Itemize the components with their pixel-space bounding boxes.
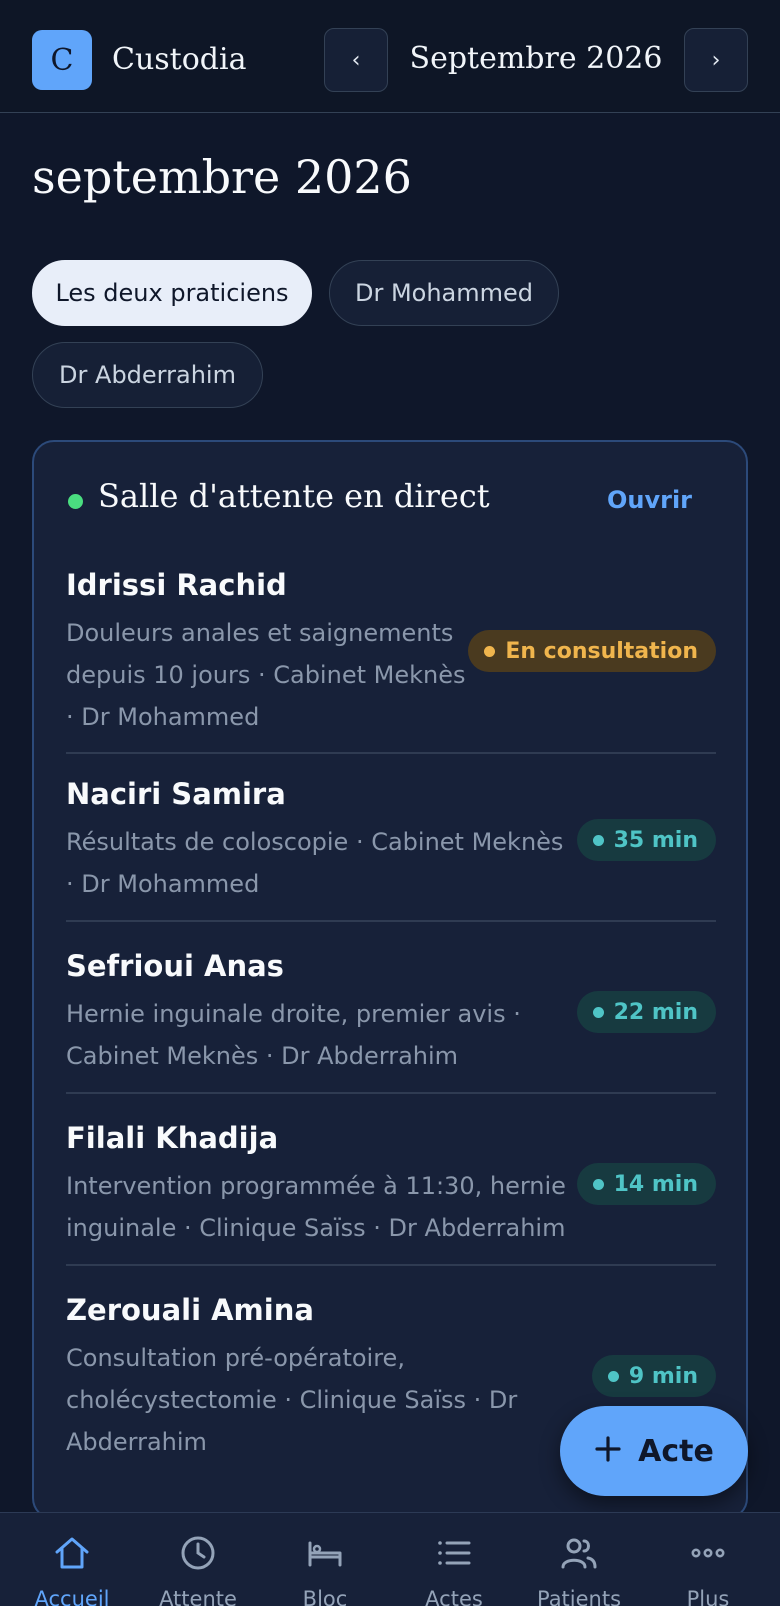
wait-time-label: 35 min (613, 827, 698, 853)
open-waiting-room-link[interactable]: Ouvrir (607, 486, 692, 514)
users-icon (561, 1538, 597, 1569)
tab-label: Actes (425, 1587, 483, 1606)
wait-time-label: 9 min (628, 1363, 698, 1389)
description-line: Hernie inguinale droite, premier avis · (66, 1000, 521, 1028)
filter-dr-abderrahim[interactable]: Dr Abderrahim (32, 342, 263, 408)
description-line: Intervention programmée à 11:30, hernie (66, 1172, 566, 1200)
patient-name: Zerouali Amina (66, 1293, 314, 1327)
live-indicator (68, 494, 83, 509)
status-badge: En consultation (468, 630, 716, 672)
patient-row[interactable]: Filali Khadija Intervention programmée à… (66, 1121, 716, 1266)
status-dot (607, 1370, 619, 1382)
tab-attente[interactable]: Attente (133, 1513, 263, 1606)
tab-actes[interactable]: Actes (389, 1513, 519, 1606)
description-line: Douleurs anales et saignements (66, 619, 454, 647)
description-line: Résultats de coloscopie · Cabinet Meknès (66, 828, 564, 856)
tab-patients[interactable]: Patients (514, 1513, 644, 1606)
next-month-button[interactable]: › (684, 28, 748, 92)
app-header: C Custodia ‹ Septembre 2026 › (0, 0, 780, 113)
description-line: cholécystectomie · Clinique Saïss · Dr (66, 1386, 518, 1414)
status-dot (592, 1006, 604, 1018)
home-icon (55, 1537, 89, 1569)
patient-name: Sefrioui Anas (66, 949, 284, 983)
tab-label: Bloc (302, 1587, 348, 1606)
current-month-label: Septembre 2026 (409, 41, 663, 76)
page-title: septembre 2026 (32, 150, 412, 204)
tab-accueil[interactable]: Accueil (7, 1513, 137, 1606)
status-dot (592, 1178, 604, 1190)
description-line: depuis 10 jours · Cabinet Meknès (66, 661, 466, 689)
patient-name: Filali Khadija (66, 1121, 279, 1155)
filter-dr-mohammed[interactable]: Dr Mohammed (329, 260, 559, 326)
description-line: · Dr Mohammed (66, 870, 260, 898)
description-line: Consultation pré-opératoire, (66, 1344, 405, 1372)
patient-description: Intervention programmée à 11:30, hernie … (66, 1165, 566, 1249)
wait-time-badge: 22 min (576, 991, 716, 1033)
add-act-label: Acte (638, 1433, 714, 1469)
wait-time-badge: 9 min (591, 1355, 716, 1397)
bed-icon (308, 1541, 342, 1567)
patient-name: Naciri Samira (66, 777, 286, 811)
patient-name: Idrissi Rachid (66, 568, 287, 602)
status-badge-label: En consultation (505, 638, 698, 664)
list-icon (438, 1541, 471, 1565)
app-name: Custodia (112, 42, 247, 77)
previous-month-button[interactable]: ‹ (324, 28, 388, 92)
app-logo: C (32, 30, 92, 90)
patient-row[interactable]: Naciri Samira Résultats de coloscopie · … (66, 777, 716, 922)
add-act-button[interactable]: Acte (560, 1406, 748, 1496)
tab-label: Accueil (34, 1587, 110, 1606)
patient-row[interactable]: Sefrioui Anas Hernie inguinale droite, p… (66, 949, 716, 1094)
tab-label: Attente (159, 1587, 237, 1606)
wait-time-badge: 14 min (576, 1163, 716, 1205)
tab-plus[interactable]: Plus (643, 1513, 773, 1606)
status-dot (592, 834, 604, 846)
description-line: Cabinet Meknès · Dr Abderrahim (66, 1042, 459, 1070)
wait-time-badge: 35 min (576, 819, 716, 861)
description-line: inguinale · Clinique Saïss · Dr Abderrah… (66, 1214, 566, 1242)
waiting-room-card: Salle d'attente en direct Ouvrir Idrissi… (32, 440, 748, 1520)
bottom-navigation: Accueil Attente Bloc Actes Patients Plus (0, 1512, 780, 1606)
patient-row[interactable]: Idrissi Rachid Douleurs anales et saigne… (66, 568, 716, 754)
patient-description: Résultats de coloscopie · Cabinet Meknès… (66, 821, 563, 905)
tab-bloc[interactable]: Bloc (260, 1513, 390, 1606)
patient-description: Hernie inguinale droite, premier avis · … (66, 993, 521, 1077)
waiting-room-title: Salle d'attente en direct (98, 477, 490, 515)
tab-label: Patients (536, 1587, 622, 1606)
patient-description: Douleurs anales et saignements depuis 10… (66, 612, 465, 738)
filter-both-practitioners[interactable]: Les deux praticiens (32, 260, 312, 326)
patient-description: Consultation pré-opératoire, cholécystec… (66, 1337, 517, 1463)
status-dot (484, 645, 496, 657)
plus-icon (594, 1431, 622, 1472)
tab-label: Plus (686, 1587, 730, 1606)
clock-icon (181, 1536, 215, 1570)
more-icon (691, 1548, 725, 1558)
wait-time-label: 22 min (613, 999, 698, 1025)
wait-time-label: 14 min (613, 1171, 698, 1197)
description-line: · Dr Mohammed (66, 703, 260, 731)
description-line: Abderrahim (66, 1428, 207, 1456)
